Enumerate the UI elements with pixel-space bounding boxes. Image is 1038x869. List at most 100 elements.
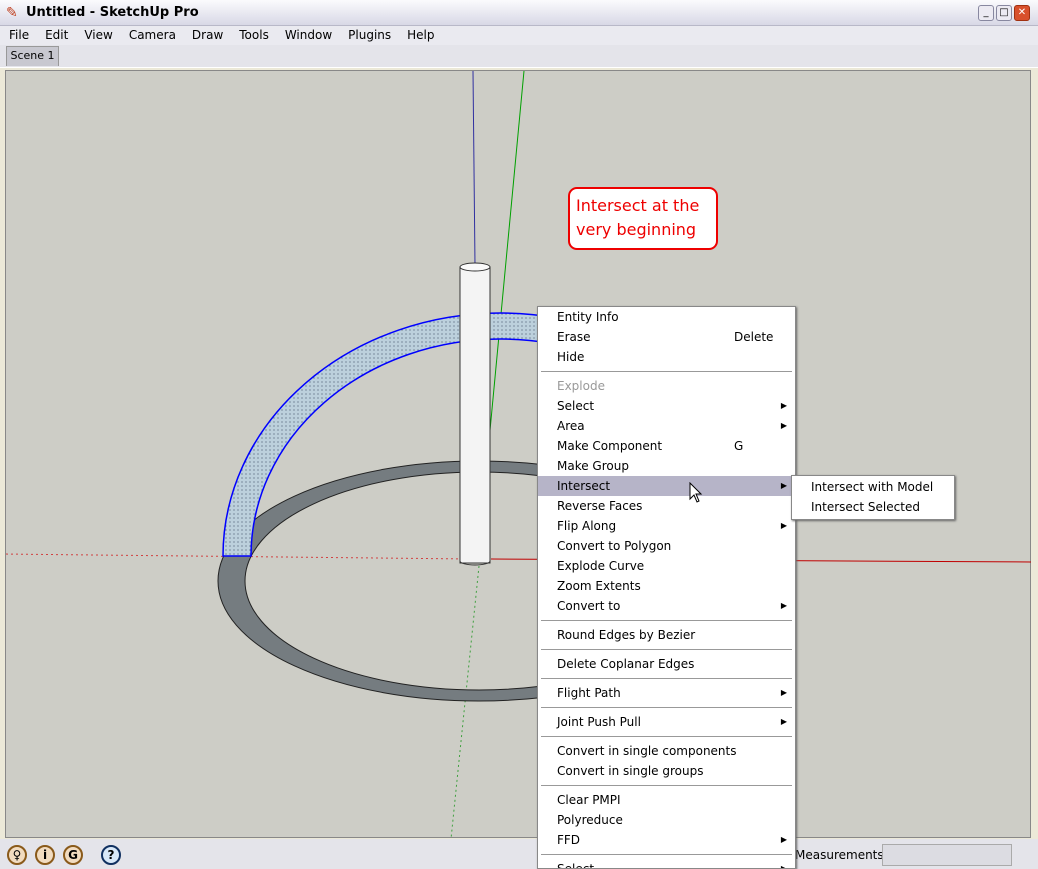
- menu-item-select[interactable]: Select ▶: [538, 859, 795, 869]
- maximize-button[interactable]: □: [996, 5, 1012, 21]
- menu-item-label: Reverse Faces: [557, 499, 643, 513]
- context-menu: Entity Info Erase Delete Hide Explode Select ▶…: [537, 306, 796, 869]
- green-axis: [488, 71, 525, 442]
- menu-item-polyreduce[interactable]: Polyreduce: [538, 810, 795, 830]
- measurements-label: Measurements: [795, 848, 884, 862]
- menu-item-intersect[interactable]: Intersect ▶: [538, 476, 795, 496]
- menu-item-round-edges-by-bezier[interactable]: Round Edges by Bezier: [538, 625, 795, 645]
- menu-item-make-group[interactable]: Make Group: [538, 456, 795, 476]
- menu-item-hide[interactable]: Hide: [538, 347, 795, 367]
- menu-item-convert-in-single-components[interactable]: Convert in single components: [538, 741, 795, 761]
- shortcut-label: G: [734, 439, 744, 453]
- menu-separator: [541, 649, 792, 650]
- menu-separator: [541, 707, 792, 708]
- menu-item-label: Area: [557, 419, 585, 433]
- submenu-arrow-icon: ▶: [780, 521, 787, 530]
- help-icon[interactable]: ?: [101, 845, 121, 865]
- annotation-callout: Intersect at the very beginning: [568, 187, 718, 250]
- status-bar: ♀ i G ? Measurements: [0, 839, 1038, 869]
- menu-separator: [541, 371, 792, 372]
- menu-item-label: Convert to: [557, 599, 621, 613]
- menu-item-label: FFD: [557, 833, 581, 847]
- menu-separator: [541, 785, 792, 786]
- 3d-model-canvas[interactable]: [6, 71, 1032, 839]
- model-viewport[interactable]: [5, 70, 1032, 839]
- close-button[interactable]: ✕: [1014, 5, 1030, 21]
- submenu-arrow-icon: ▶: [780, 421, 787, 430]
- menu-item-intersect-selected[interactable]: Intersect Selected: [792, 497, 954, 517]
- scene-tabs: Scene 1: [0, 45, 1038, 68]
- cylinder-body: [459, 266, 491, 564]
- menu-item-convert-to-polygon[interactable]: Convert to Polygon: [538, 536, 795, 556]
- mouse-cursor-icon: [689, 482, 703, 503]
- menu-item-label: Hide: [557, 350, 585, 364]
- menu-tools[interactable]: Tools: [230, 26, 276, 45]
- menu-item-label: Select: [557, 862, 595, 869]
- submenu-arrow-icon: ▶: [780, 864, 787, 869]
- shortcut-label: Delete: [734, 330, 774, 344]
- credits-icon[interactable]: i: [35, 845, 55, 865]
- green-axis-dashed: [450, 565, 480, 839]
- blue-axis: [472, 71, 476, 267]
- menu-draw[interactable]: Draw: [183, 26, 230, 45]
- menu-item-delete-coplanar-edges[interactable]: Delete Coplanar Edges: [538, 654, 795, 674]
- menu-plugins[interactable]: Plugins: [339, 26, 398, 45]
- submenu-arrow-icon: ▶: [780, 401, 787, 410]
- menu-item-label: Polyreduce: [557, 813, 623, 827]
- menu-camera[interactable]: Camera: [120, 26, 183, 45]
- menu-item-explode: Explode: [538, 376, 795, 396]
- menu-item-reverse-faces[interactable]: Reverse Faces: [538, 496, 795, 516]
- menu-item-make-component[interactable]: Make Component G: [538, 436, 795, 456]
- menu-item-label: Erase: [557, 330, 591, 344]
- menu-item-label: Clear PMPI: [557, 793, 621, 807]
- menu-item-label: Make Group: [557, 459, 629, 473]
- menu-item-flight-path[interactable]: Flight Path ▶: [538, 683, 795, 703]
- menu-item-label: Select: [557, 399, 595, 413]
- tab-scene-1[interactable]: Scene 1: [6, 46, 59, 66]
- menu-item-label: Entity Info: [557, 310, 619, 324]
- menu-item-ffd[interactable]: FFD ▶: [538, 830, 795, 850]
- menu-item-erase[interactable]: Erase Delete: [538, 327, 795, 347]
- menu-item-flip-along[interactable]: Flip Along ▶: [538, 516, 795, 536]
- title-bar: ✎ Untitled - SketchUp Pro _ □ ✕: [0, 0, 1038, 26]
- window-title: Untitled - SketchUp Pro: [26, 5, 199, 20]
- submenu-arrow-icon: ▶: [780, 717, 787, 726]
- menu-item-label: Flight Path: [557, 686, 621, 700]
- menu-item-label: Explode: [557, 379, 605, 393]
- submenu-arrow-icon: ▶: [780, 835, 787, 844]
- menu-view[interactable]: View: [75, 26, 119, 45]
- menu-item-clear-pmpi[interactable]: Clear PMPI: [538, 790, 795, 810]
- menu-item-select[interactable]: Select ▶: [538, 396, 795, 416]
- menu-separator: [541, 678, 792, 679]
- menu-item-label: Joint Push Pull: [557, 715, 641, 729]
- menu-separator: [541, 854, 792, 855]
- menu-item-zoom-extents[interactable]: Zoom Extents: [538, 576, 795, 596]
- menu-item-convert-to[interactable]: Convert to ▶: [538, 596, 795, 616]
- menu-item-label: Convert to Polygon: [557, 539, 672, 553]
- menu-item-label: Convert in single groups: [557, 764, 704, 778]
- menu-separator: [541, 620, 792, 621]
- menu-edit[interactable]: Edit: [36, 26, 75, 45]
- menu-item-label: Delete Coplanar Edges: [557, 657, 695, 671]
- sketchup-app-icon: ✎: [6, 5, 18, 21]
- menu-item-joint-push-pull[interactable]: Joint Push Pull ▶: [538, 712, 795, 732]
- measurements-input[interactable]: [882, 844, 1012, 866]
- menu-item-convert-in-single-groups[interactable]: Convert in single groups: [538, 761, 795, 781]
- minimize-button[interactable]: _: [978, 5, 994, 21]
- menu-window[interactable]: Window: [276, 26, 339, 45]
- menu-item-explode-curve[interactable]: Explode Curve: [538, 556, 795, 576]
- cylinder-top: [459, 262, 491, 272]
- menu-item-area[interactable]: Area ▶: [538, 416, 795, 436]
- google-icon[interactable]: G: [63, 845, 83, 865]
- geo-location-icon[interactable]: ♀: [7, 845, 27, 865]
- submenu-arrow-icon: ▶: [780, 601, 787, 610]
- menu-file[interactable]: File: [0, 26, 36, 45]
- menu-item-label: Zoom Extents: [557, 579, 641, 593]
- menu-item-label: Make Component: [557, 439, 663, 453]
- intersect-submenu: Intersect with Model Intersect Selected: [791, 475, 955, 520]
- menu-item-intersect-with-model[interactable]: Intersect with Model: [792, 477, 954, 497]
- menu-bar: File Edit View Camera Draw Tools Window …: [0, 26, 1038, 45]
- menu-item-entity-info[interactable]: Entity Info: [538, 307, 795, 327]
- menu-help[interactable]: Help: [398, 26, 441, 45]
- menu-item-label: Explode Curve: [557, 559, 645, 573]
